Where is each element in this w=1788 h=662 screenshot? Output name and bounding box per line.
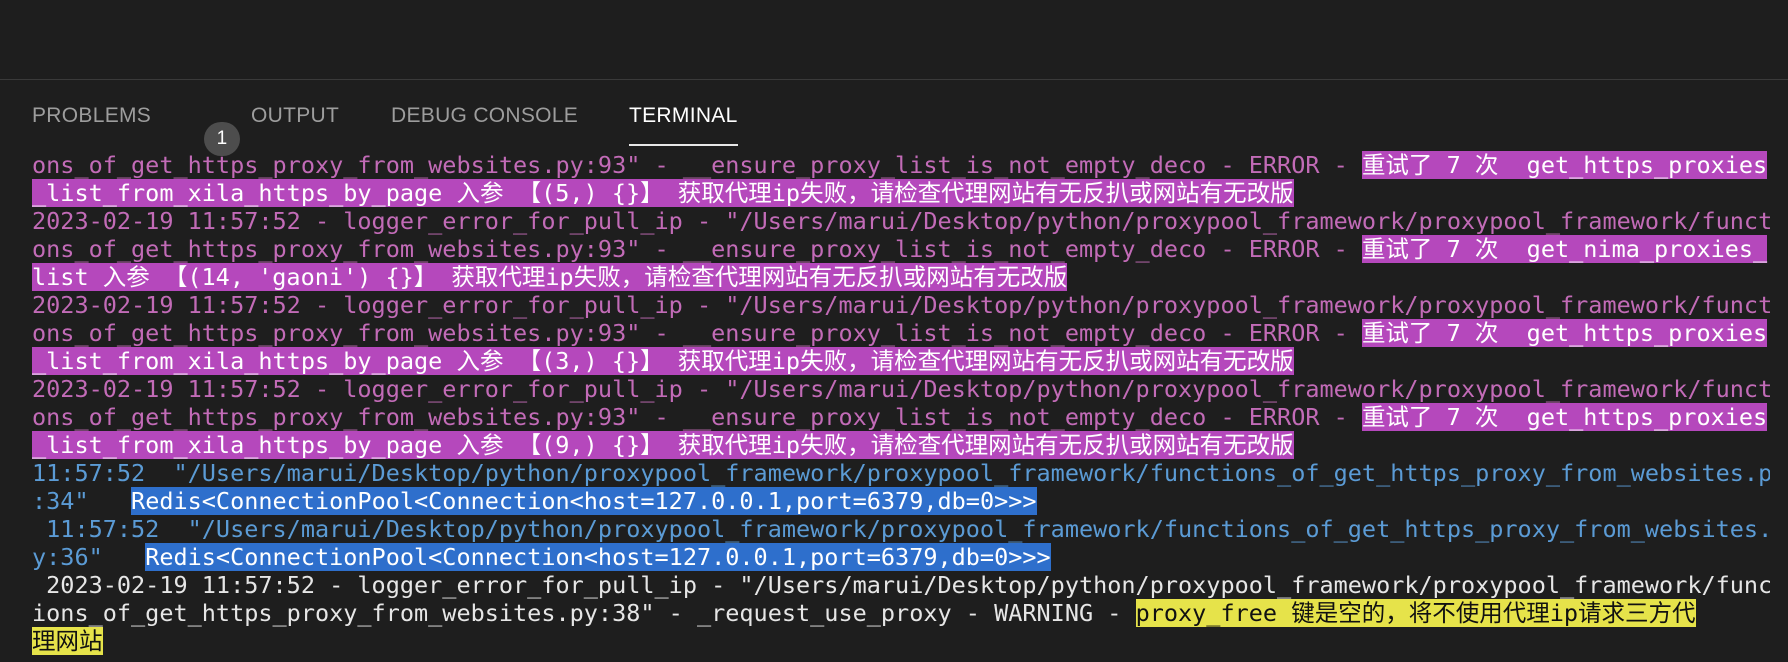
terminal-text-segment: 重试了 7 次 get_https_proxies — [1361, 403, 1768, 431]
panel-tab-bar: PROBLEMS 1 OUTPUT DEBUG CONSOLE TERMINAL — [0, 80, 1788, 156]
editor-area — [0, 0, 1788, 80]
terminal-line: 11:57:52 "/Users/marui/Desktop/python/pr… — [32, 515, 1770, 543]
bottom-panel: PROBLEMS 1 OUTPUT DEBUG CONSOLE TERMINAL… — [0, 80, 1788, 662]
terminal-line: _list_from_xila_https_by_page 入参 【(3,) {… — [32, 347, 1770, 375]
terminal-line: ons_of_get_https_proxy_from_websites.py:… — [32, 319, 1770, 347]
terminal-text-segment: _list_from_xila_https_by_page 入参 【(3,) {… — [32, 347, 1294, 375]
tab-terminal[interactable]: TERMINAL — [629, 104, 738, 146]
terminal-line: ions_of_get_https_proxy_from_websites.py… — [32, 599, 1770, 627]
terminal-text-segment: 2023-02-19 11:57:52 - logger_error_for_p… — [32, 375, 1770, 403]
terminal-text-segment: ons_of_get_https_proxy_from_websites.py:… — [32, 319, 1362, 347]
terminal-text-segment: ons_of_get_https_proxy_from_websites.py:… — [32, 151, 1362, 179]
terminal-text-segment: ons_of_get_https_proxy_from_websites.py:… — [32, 235, 1362, 263]
tab-problems[interactable]: PROBLEMS 1 — [32, 104, 240, 156]
terminal-line: _list_from_xila_https_by_page 入参 【(5,) {… — [32, 179, 1770, 207]
terminal-text-segment: 11:57:52 "/Users/marui/Desktop/python/pr… — [32, 515, 1770, 543]
terminal-text-segment: ons_of_get_https_proxy_from_websites.py:… — [32, 403, 1362, 431]
terminal-line: ons_of_get_https_proxy_from_websites.py:… — [32, 151, 1770, 179]
terminal-line: 2023-02-19 11:57:52 - logger_error_for_p… — [32, 571, 1770, 599]
terminal-line: 2023-02-19 11:57:52 - logger_error_for_p… — [32, 291, 1770, 319]
tab-debug-console[interactable]: DEBUG CONSOLE — [391, 104, 578, 146]
terminal-line: 2023-02-19 11:57:52 - logger_error_for_p… — [32, 375, 1770, 403]
terminal-line: list 入参 【(14, 'gaoni') {}】 获取代理ip失败，请检查代… — [32, 263, 1770, 291]
terminal-line: ons_of_get_https_proxy_from_websites.py:… — [32, 403, 1770, 431]
terminal-text-segment: 2023-02-19 11:57:52 - logger_error_for_p… — [32, 207, 1770, 235]
terminal-line: y:36" Redis<ConnectionPool<Connection<ho… — [32, 543, 1770, 571]
terminal-text-segment: ions_of_get_https_proxy_from_websites.py… — [32, 599, 1136, 627]
terminal-output[interactable]: ons_of_get_https_proxy_from_websites.py:… — [32, 151, 1770, 662]
terminal-text-segment: _list_from_xila_https_by_page 入参 【(5,) {… — [32, 179, 1294, 207]
terminal-line: ons_of_get_https_proxy_from_websites.py:… — [32, 235, 1770, 263]
tab-output[interactable]: OUTPUT — [251, 104, 339, 146]
terminal-line: 理网站 — [32, 627, 1770, 655]
terminal-text-segment: 重试了 7 次 get_https_proxies — [1361, 151, 1768, 179]
terminal-line: _list_from_xila_https_by_page 入参 【(9,) {… — [32, 431, 1770, 459]
terminal-line: 11:57:52 "/Users/marui/Desktop/python/pr… — [32, 459, 1770, 487]
terminal-text-segment: 重试了 7 次 get_https_proxies — [1361, 319, 1768, 347]
terminal-text-segment: list 入参 【(14, 'gaoni') {}】 获取代理ip失败，请检查代… — [32, 263, 1068, 291]
terminal-text-segment: _list_from_xila_https_by_page 入参 【(9,) {… — [32, 431, 1294, 459]
terminal-text-segment: 11:57:52 "/Users/marui/Desktop/python/pr… — [32, 459, 1770, 487]
terminal-text-segment: 2023-02-19 11:57:52 - logger_error_for_p… — [32, 571, 1770, 599]
tab-terminal-label: TERMINAL — [629, 104, 738, 127]
terminal-text-segment: Redis<ConnectionPool<Connection<host=127… — [145, 543, 1051, 571]
terminal-text-segment: 理网站 — [32, 627, 103, 655]
tab-debug-console-label: DEBUG CONSOLE — [391, 104, 579, 127]
tab-output-label: OUTPUT — [251, 104, 340, 127]
tab-problems-label: PROBLEMS — [32, 104, 152, 127]
terminal-text-segment: 重试了 7 次 get_nima_proxies_ — [1361, 235, 1768, 263]
terminal-text-segment: y:36" — [32, 543, 146, 571]
terminal-text-segment: Redis<ConnectionPool<Connection<host=127… — [131, 487, 1037, 515]
terminal-text-segment: proxy_free 键是空的，将不使用代理ip请求三方代 — [1135, 599, 1696, 627]
terminal-text-segment: 2023-02-19 11:57:52 - logger_error_for_p… — [32, 291, 1770, 319]
terminal-text-segment: :34" — [32, 487, 132, 515]
terminal-line: :34" Redis<ConnectionPool<Connection<hos… — [32, 487, 1770, 515]
terminal-line: 2023-02-19 11:57:52 - logger_error_for_p… — [32, 207, 1770, 235]
